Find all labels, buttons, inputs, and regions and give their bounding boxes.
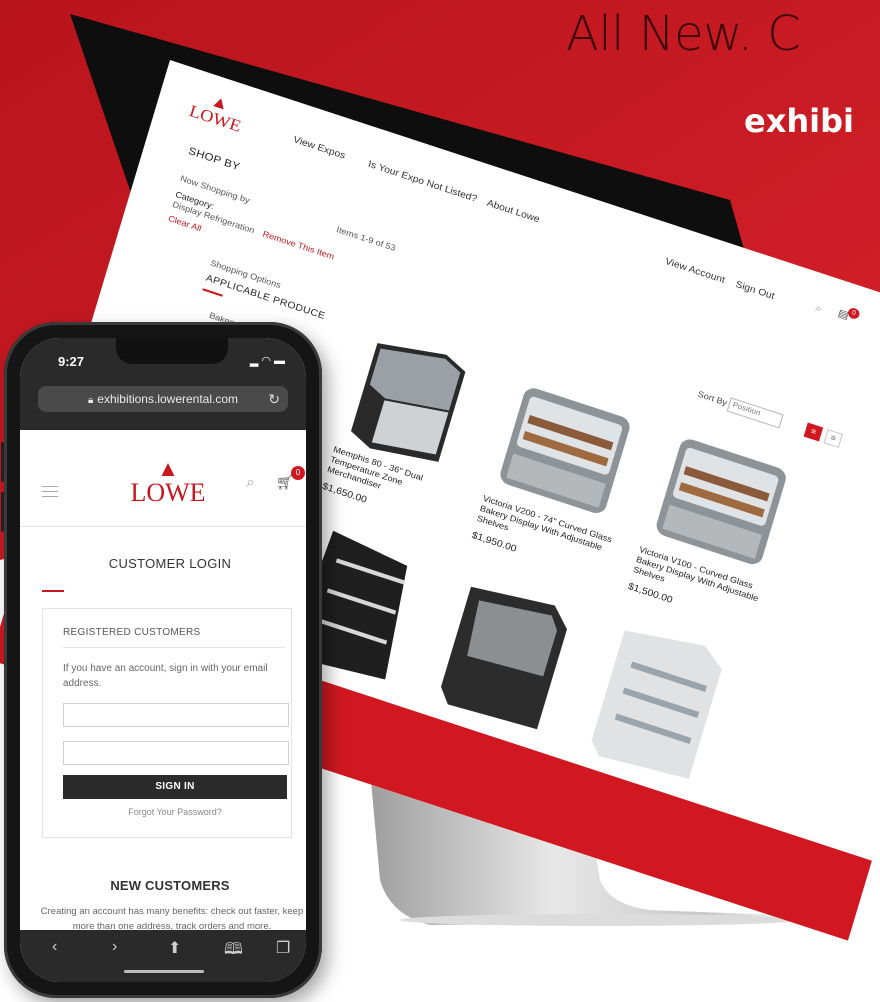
title-accent-line (42, 590, 64, 592)
password-field[interactable] (63, 741, 289, 765)
flame-icon: ▲ (157, 456, 179, 481)
phone-volume-button (1, 492, 4, 532)
mobile-brand: LOWE (130, 478, 206, 507)
mobile-search-icon[interactable]: ⌕ (246, 474, 255, 492)
url-field[interactable]: 🔒︎ exhibitions.lowerental.com ↻ (38, 386, 288, 412)
status-icons: ▂◠▬ (250, 354, 288, 367)
customer-login-title: CUSTOMER LOGIN (108, 556, 232, 571)
hero-headline: All New. C (566, 6, 801, 62)
phone-volume-button (1, 442, 4, 482)
registered-customers-box: REGISTERED CUSTOMERS If you have an acco… (42, 608, 292, 838)
hamburger-menu-icon[interactable] (42, 486, 58, 501)
home-indicator (124, 970, 204, 973)
email-field[interactable] (63, 703, 289, 727)
status-bar: 9:27 ▂◠▬ (20, 338, 306, 380)
reload-icon[interactable]: ↻ (268, 386, 280, 412)
browser-url-bar: 🔒︎ exhibitions.lowerental.com ↻ (20, 380, 306, 430)
new-customers-heading: NEW CUSTOMERS (110, 878, 230, 893)
wifi-icon: ◠ (261, 355, 274, 367)
phone-notch (116, 338, 228, 364)
forward-icon[interactable]: › (112, 938, 117, 956)
header-divider (20, 526, 306, 527)
section-divider (63, 647, 285, 648)
forgot-password-link[interactable]: Forgot Your Password? (63, 807, 287, 817)
signal-icon: ▂ (249, 355, 262, 367)
url-text: exhibitions.lowerental.com (97, 392, 239, 406)
phone-screen: 9:27 ▂◠▬ 🔒︎ exhibitions.lowerental.com ↻ … (20, 338, 306, 982)
mobile-logo[interactable]: ▲ LOWE (118, 456, 218, 508)
mobile-page: ▲ LOWE ⌕ 🛒︎ 0 CUSTOMER LOGIN REGISTERED … (20, 430, 306, 932)
hero-subline: exhibi (744, 102, 854, 140)
status-time: 9:27 (58, 354, 85, 369)
registered-customers-heading: REGISTERED CUSTOMERS (63, 627, 201, 638)
browser-toolbar: ‹ › ⬆︎ 🕮︎ ❐ (20, 930, 306, 982)
mobile-cart-badge: 0 (291, 466, 305, 480)
smartphone: 9:27 ▂◠▬ 🔒︎ exhibitions.lowerental.com ↻ … (1, 322, 322, 998)
lock-icon: 🔒︎ (87, 395, 94, 406)
battery-icon: ▬ (274, 355, 288, 367)
share-icon[interactable]: ⬆︎ (168, 938, 181, 958)
tabs-icon[interactable]: ❐ (276, 938, 290, 958)
sign-in-button[interactable]: SIGN IN (63, 775, 287, 799)
bookmarks-icon[interactable]: 🕮︎ (224, 938, 243, 965)
back-icon[interactable]: ‹ (52, 938, 57, 956)
registered-description: If you have an account, sign in with you… (63, 663, 268, 689)
